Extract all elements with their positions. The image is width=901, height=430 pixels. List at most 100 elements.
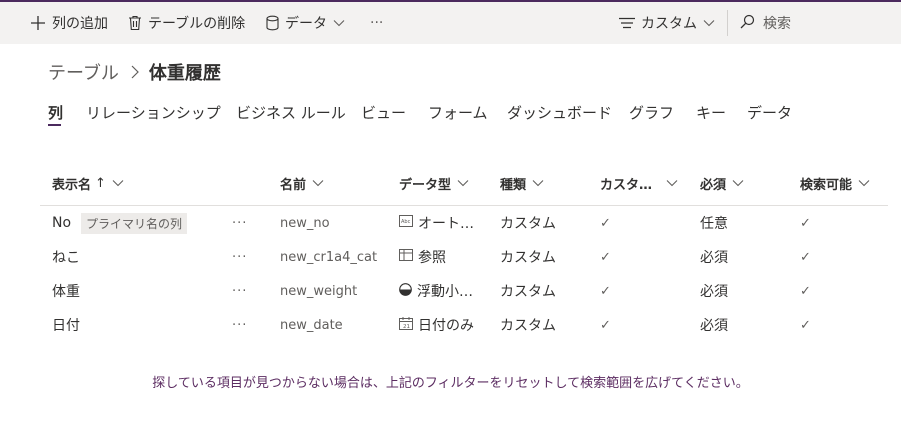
column-header-searchable[interactable]: 検索可能 bbox=[800, 172, 870, 194]
column-header-label: 種類 bbox=[500, 177, 527, 193]
primary-name-badge: プライマリ名の列 bbox=[81, 212, 188, 234]
column-header-label: 検索可能 bbox=[800, 177, 853, 193]
column-header-display-name[interactable]: 表示名 ↑ bbox=[52, 172, 124, 194]
tab-views[interactable]: ビュー bbox=[361, 101, 406, 125]
display-name[interactable]: ねこ bbox=[52, 245, 80, 269]
command-bar: 列の追加 テーブルの削除 データ ··· カスタム 検索 bbox=[0, 2, 901, 44]
type-cell: カスタム bbox=[500, 216, 556, 232]
row-more-button[interactable]: ··· bbox=[232, 313, 247, 337]
data-type-label: オート… bbox=[418, 216, 474, 232]
svg-text:21: 21 bbox=[403, 324, 410, 330]
data-type-cell: 参照 bbox=[399, 245, 446, 269]
chevron-down-icon bbox=[306, 176, 324, 191]
row-more-button[interactable]: ··· bbox=[232, 245, 247, 269]
display-name[interactable]: 日付 bbox=[52, 313, 80, 337]
chevron-down-icon bbox=[726, 176, 744, 191]
required-cell: 必須 bbox=[700, 250, 728, 266]
chevron-down-icon bbox=[703, 19, 715, 27]
chevron-down-icon bbox=[333, 19, 345, 27]
chevron-down-icon bbox=[526, 176, 544, 191]
autonumber-icon: Abc bbox=[399, 215, 418, 231]
add-column-label: 列の追加 bbox=[52, 16, 108, 32]
display-name[interactable]: 体重 bbox=[52, 279, 80, 303]
data-type-label: 参照 bbox=[418, 250, 446, 266]
trash-icon bbox=[128, 15, 142, 31]
tab-dashboards[interactable]: ダッシュボード bbox=[507, 101, 612, 125]
search-placeholder: 検索 bbox=[763, 16, 791, 32]
data-type-cell: 21 日付のみ bbox=[399, 313, 474, 337]
header-divider bbox=[40, 205, 888, 206]
svg-text:Abc: Abc bbox=[401, 219, 411, 225]
data-type-label: 浮動小… bbox=[417, 284, 473, 300]
row-more-button[interactable]: ··· bbox=[232, 279, 247, 303]
column-header-label: 必須 bbox=[700, 177, 727, 193]
database-icon bbox=[266, 15, 279, 31]
filter-reset-note: 探している項目が見つからない場合は、上記のフィルターをリセットして検索範囲を広げ… bbox=[152, 376, 749, 391]
type-cell: カスタム bbox=[500, 250, 556, 266]
search-box[interactable]: 検索 bbox=[728, 2, 901, 44]
active-tab-indicator bbox=[48, 124, 61, 126]
add-column-button[interactable]: 列の追加 bbox=[30, 2, 108, 44]
column-header-label: カスタ… bbox=[600, 177, 653, 193]
searchable-check: ✓ bbox=[800, 283, 811, 299]
type-cell: カスタム bbox=[500, 284, 556, 300]
required-cell: 任意 bbox=[700, 216, 728, 232]
more-icon: ··· bbox=[370, 15, 384, 31]
data-type-cell: 浮動小… bbox=[399, 279, 473, 303]
tab-keys[interactable]: キー bbox=[696, 101, 726, 125]
column-header-data-type[interactable]: データ型 bbox=[399, 172, 469, 194]
tab-relationships[interactable]: リレーションシップ bbox=[86, 101, 221, 125]
float-icon bbox=[399, 282, 417, 300]
searchable-check: ✓ bbox=[800, 249, 811, 265]
more-commands-button[interactable]: ··· bbox=[370, 2, 383, 44]
page-title: 体重履歴 bbox=[148, 63, 221, 84]
delete-table-button[interactable]: テーブルの削除 bbox=[128, 2, 245, 44]
breadcrumb-tables-link[interactable]: テーブル bbox=[48, 59, 119, 85]
column-header-required[interactable]: 必須 bbox=[700, 172, 744, 194]
view-label: カスタム bbox=[641, 16, 697, 32]
data-menu-label: データ bbox=[285, 16, 327, 32]
lookup-icon bbox=[399, 249, 418, 265]
display-name-cell: No プライマリ名の列 bbox=[52, 211, 188, 235]
chevron-right-icon bbox=[131, 65, 139, 79]
data-menu-button[interactable]: データ bbox=[266, 2, 345, 44]
searchable-check: ✓ bbox=[800, 317, 811, 333]
column-header-name[interactable]: 名前 bbox=[280, 172, 324, 194]
customizable-check: ✓ bbox=[600, 215, 611, 231]
required-cell: 必須 bbox=[700, 284, 728, 300]
breadcrumb: テーブル 体重履歴 bbox=[48, 60, 221, 84]
searchable-check: ✓ bbox=[800, 215, 811, 231]
display-name[interactable]: No bbox=[52, 215, 71, 231]
logical-name: new_weight bbox=[280, 283, 358, 299]
customizable-check: ✓ bbox=[600, 249, 611, 265]
chevron-down-icon bbox=[106, 176, 124, 191]
chevron-down-icon bbox=[660, 176, 678, 191]
tab-business-rules[interactable]: ビジネス ルール bbox=[236, 101, 346, 125]
column-header-type[interactable]: 種類 bbox=[500, 172, 544, 194]
tab-columns[interactable]: 列 bbox=[48, 101, 63, 125]
customizable-check: ✓ bbox=[600, 317, 611, 333]
search-icon bbox=[740, 14, 755, 33]
tab-data[interactable]: データ bbox=[747, 101, 792, 125]
tab-forms[interactable]: フォーム bbox=[428, 101, 488, 125]
sort-ascending-icon: ↑ bbox=[95, 175, 106, 191]
chevron-down-icon bbox=[451, 176, 469, 191]
logical-name: new_no bbox=[280, 215, 330, 231]
delete-table-label: テーブルの削除 bbox=[148, 16, 246, 32]
column-header-customizable[interactable]: カスタ… bbox=[600, 172, 678, 194]
plus-icon bbox=[30, 15, 46, 31]
column-header-label: 名前 bbox=[280, 177, 307, 193]
logical-name: new_cr1a4_cat bbox=[280, 249, 378, 265]
data-type-cell: Abc オート… bbox=[399, 211, 474, 235]
chevron-down-icon bbox=[852, 176, 870, 191]
column-header-label: 表示名 bbox=[52, 177, 92, 193]
tab-charts[interactable]: グラフ bbox=[629, 101, 674, 125]
customizable-check: ✓ bbox=[600, 283, 611, 299]
type-cell: カスタム bbox=[500, 318, 556, 334]
row-more-button[interactable]: ··· bbox=[232, 211, 247, 235]
required-cell: 必須 bbox=[700, 318, 728, 334]
view-selector[interactable]: カスタム bbox=[619, 2, 715, 44]
calendar-icon: 21 bbox=[399, 316, 418, 334]
data-type-label: 日付のみ bbox=[418, 318, 474, 334]
logical-name: new_date bbox=[280, 317, 343, 333]
